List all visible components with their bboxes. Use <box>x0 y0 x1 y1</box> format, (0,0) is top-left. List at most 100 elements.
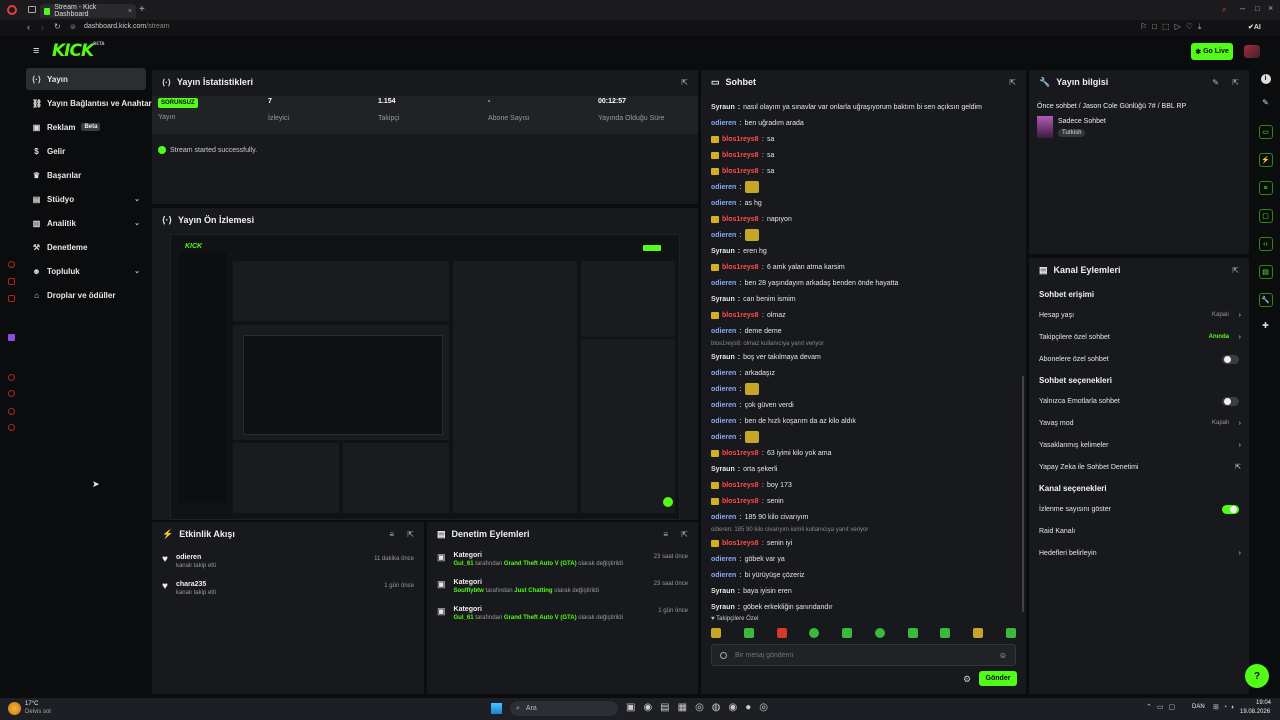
chat-username[interactable]: blos1reys8 <box>722 498 759 505</box>
chat-username[interactable]: odieren <box>711 120 736 127</box>
new-tab-icon[interactable]: + <box>139 4 145 15</box>
chat-username[interactable]: Syraun <box>711 588 735 595</box>
reload-icon[interactable]: ↻ <box>54 22 61 31</box>
puzzle-icon[interactable]: ✚ <box>1251 321 1280 330</box>
chat-username[interactable]: blos1reys8 <box>722 264 759 271</box>
taskbar-search[interactable]: ⌕ Ara <box>510 701 618 716</box>
emote-icon[interactable] <box>940 628 951 638</box>
emote-icon[interactable] <box>842 628 853 638</box>
nav-item-stream-key[interactable]: ⛓ Yayın Bağlantısı ve Anahtarı <box>26 92 154 114</box>
ai-button[interactable]: ✔AI <box>1248 23 1261 31</box>
menu-icon[interactable]: ≡ <box>33 45 39 57</box>
rail-list-icon[interactable]: ≡ <box>1258 181 1273 195</box>
windows-start-icon[interactable] <box>491 703 502 714</box>
account-age-setting[interactable]: Hesap yaşı Kapalı › <box>1029 304 1249 326</box>
chat-settings-icon[interactable]: ⚙ <box>963 674 971 685</box>
emote-icon[interactable] <box>711 628 721 638</box>
chat-username[interactable]: odieren <box>711 514 736 521</box>
emote-icon[interactable] <box>874 628 885 638</box>
opera-logo-icon[interactable] <box>7 5 17 15</box>
chat-input[interactable]: ☺ <box>711 644 1016 666</box>
go-live-button[interactable]: ✱ Go Live <box>1191 43 1233 60</box>
back-icon[interactable]: ‹ <box>27 22 30 32</box>
chat-username[interactable]: odieren <box>711 370 736 377</box>
popout-icon[interactable]: ⇱ <box>681 78 688 87</box>
nav-item-reklam[interactable]: ▣ Reklam Beta <box>26 116 146 138</box>
sidebar-dot-4[interactable] <box>8 374 15 381</box>
rail-broadcast-icon[interactable]: ‹› <box>1258 237 1273 251</box>
chat-username[interactable]: odieren <box>711 200 736 207</box>
nav-item-topluluk[interactable]: ☻ Topluluk ⌄ <box>26 260 146 282</box>
site-info-icon[interactable]: ⊜ <box>70 23 76 31</box>
chat-username[interactable]: odieren <box>711 280 736 287</box>
chat-username[interactable]: Syraun <box>711 604 735 611</box>
chat-username[interactable]: blos1reys8 <box>722 450 759 457</box>
chat-username[interactable]: odieren <box>711 328 736 335</box>
close-tab-icon[interactable]: × <box>128 8 132 15</box>
chat-username[interactable]: blos1reys8 <box>722 136 759 143</box>
chat-username[interactable]: odieren <box>711 418 736 425</box>
help-fab-icon[interactable]: ? <box>1245 664 1269 688</box>
weather-icon[interactable] <box>8 702 21 715</box>
chat-username[interactable]: odieren <box>711 184 736 191</box>
chat-username[interactable]: odieren <box>711 434 736 441</box>
nav-item-gelir[interactable]: $ Gelir <box>26 140 146 162</box>
chat-username[interactable]: blos1reys8 <box>722 168 759 175</box>
chat-username[interactable]: blos1reys8 <box>722 540 759 547</box>
rail-message-icon[interactable]: ▢ <box>1258 209 1273 223</box>
pencil-icon[interactable]: ✎ <box>1251 98 1280 107</box>
stream-video[interactable]: KICK <box>170 234 680 520</box>
kick-logo[interactable]: KICKBETA <box>52 41 104 61</box>
chat-username[interactable]: blos1reys8 <box>722 152 759 159</box>
clock-date[interactable]: 19.08.2026 <box>1240 709 1270 715</box>
ai-moderation-setting[interactable]: Yapay Zeka ile Sohbet Denetimi ⇱ <box>1029 456 1249 478</box>
chat-username[interactable]: Syraun <box>711 104 735 111</box>
popout-icon[interactable]: ⇱ <box>1232 266 1239 275</box>
nav-item-droplar[interactable]: ⌂ Droplar ve ödüller <box>26 284 146 306</box>
browser-tab[interactable]: Stream - Kick Dashboard × <box>40 4 136 18</box>
chat-username[interactable]: blos1reys8 <box>722 216 759 223</box>
popout-icon[interactable]: ⇱ <box>681 530 688 539</box>
emote-icon[interactable] <box>1005 628 1016 638</box>
tab-manager-icon[interactable] <box>28 6 36 13</box>
search-tabs-icon[interactable]: ⌕ <box>1222 5 1226 15</box>
info-icon[interactable]: i <box>1260 74 1271 84</box>
chat-username[interactable]: Syraun <box>711 354 735 361</box>
chat-username[interactable]: blos1reys8 <box>722 482 759 489</box>
chat-message-input[interactable] <box>735 651 991 659</box>
filter-icon[interactable]: ≡ <box>389 530 394 539</box>
emote-icon[interactable] <box>743 628 754 638</box>
emote-icon[interactable] <box>973 628 984 638</box>
filter-icon[interactable]: ≡ <box>663 530 668 539</box>
rail-lightning-icon[interactable]: ⚡ <box>1258 153 1273 167</box>
nav-item-analitik[interactable]: ▥ Analitik ⌄ <box>26 212 146 234</box>
sidebar-dot-3[interactable] <box>8 295 15 302</box>
emoji-icon[interactable]: ☺ <box>999 651 1007 660</box>
minimize-icon[interactable]: – <box>1240 3 1245 13</box>
rail-wrench-icon[interactable]: 🔧 <box>1258 293 1273 307</box>
chat-username[interactable]: odieren <box>711 556 736 563</box>
url-field[interactable]: dashboard.kick.com/stream <box>84 23 170 30</box>
send-button[interactable]: Gönder <box>979 671 1017 686</box>
forward-icon[interactable]: › <box>41 22 44 32</box>
sidebar-dot-6[interactable] <box>8 408 15 415</box>
rail-chat-icon[interactable]: ▭ <box>1258 125 1273 139</box>
emote-icon[interactable] <box>776 628 787 638</box>
banned-words-setting[interactable]: Yasaklanmış kelimeler › <box>1029 434 1249 456</box>
avatar[interactable] <box>1244 45 1260 58</box>
followers-only-setting[interactable]: Takipçilere özel sohbet Anında › <box>1029 326 1249 348</box>
goals-setting[interactable]: Hedefleri belirleyin › <box>1029 542 1249 564</box>
popout-icon[interactable]: ⇱ <box>1232 78 1239 87</box>
emotes-only-toggle[interactable] <box>1222 396 1239 406</box>
emote-icon[interactable] <box>907 628 918 638</box>
raid-channel-setting[interactable]: Raid Kanalı <box>1029 520 1249 542</box>
chat-username[interactable]: odieren <box>711 232 736 239</box>
chat-username[interactable]: odieren <box>711 402 736 409</box>
popout-icon[interactable]: ⇱ <box>407 530 414 539</box>
nav-item-yayin[interactable]: ⟨·⟩ Yayın <box>26 68 146 90</box>
clock-time[interactable]: 19:04 <box>1256 700 1271 706</box>
sidebar-dot-2[interactable] <box>8 278 15 285</box>
maximize-icon[interactable]: □ <box>1255 4 1260 13</box>
chat-username[interactable]: odieren <box>711 386 736 393</box>
chat-scrollbar[interactable] <box>1022 376 1024 612</box>
